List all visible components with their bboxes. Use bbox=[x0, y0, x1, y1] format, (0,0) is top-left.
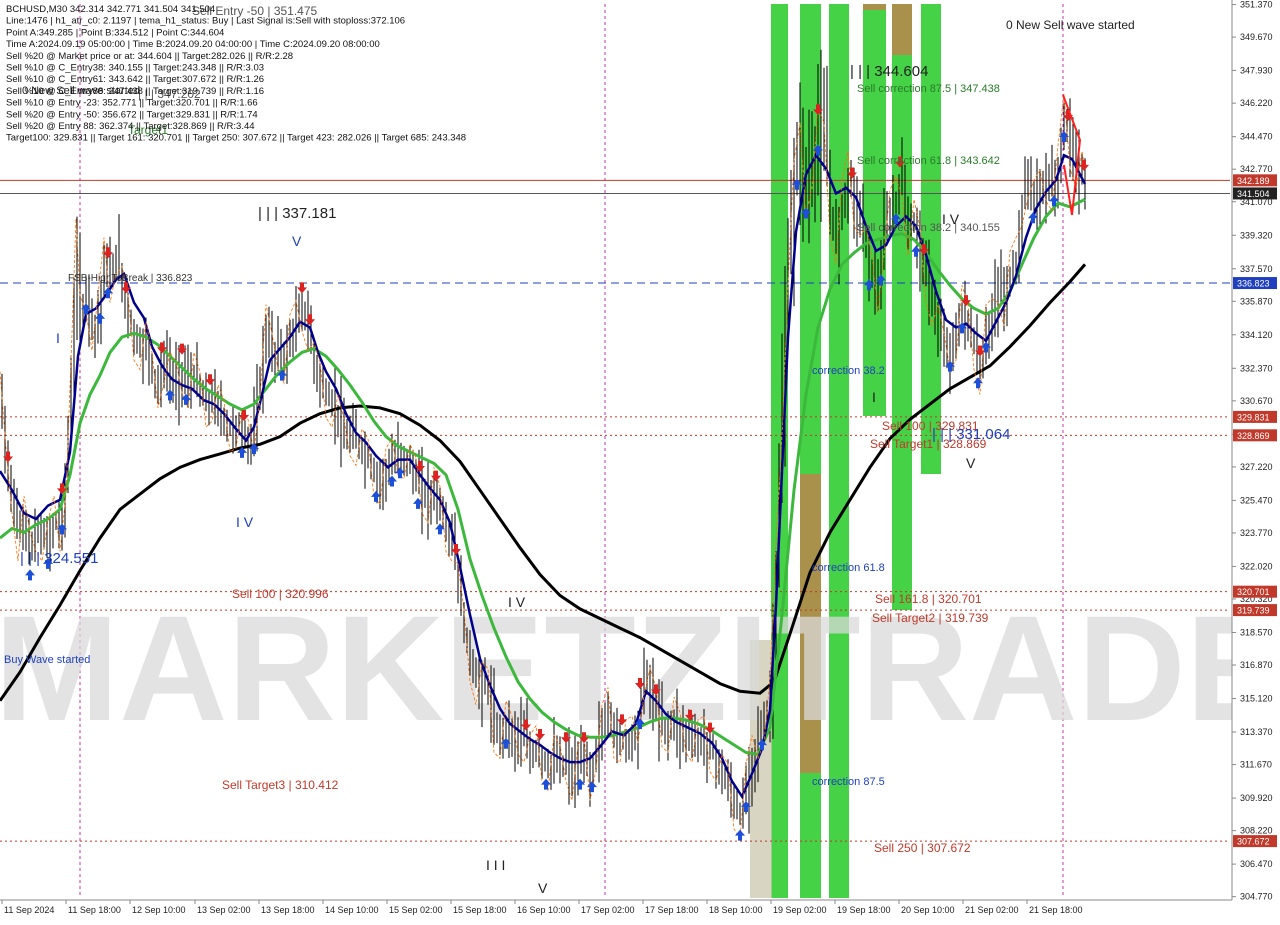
price-axis: 351.370 349.670 347.930 346.220 344.470 342.7… bbox=[1231, 0, 1280, 920]
y-tick-label: 306.470 bbox=[1240, 859, 1273, 869]
y-tick-label: 346.220 bbox=[1240, 98, 1273, 108]
chart-annotation: I bbox=[56, 330, 60, 346]
y-tick-label: 334.120 bbox=[1240, 330, 1273, 340]
price-badge-label: 319.739 bbox=[1237, 606, 1270, 616]
chart-window[interactable]: MARKETZITRADE | | | 344.604 Sell correcti… bbox=[0, 0, 1280, 920]
y-tick-label: 344.470 bbox=[1240, 132, 1273, 142]
chart-annotation: correction 87.5 bbox=[812, 776, 885, 788]
chart-annotation: I V bbox=[942, 211, 960, 227]
y-tick-label: 332.370 bbox=[1240, 363, 1273, 373]
info-line: Sell %10 @ C_Entry61: 343.642 || Target:… bbox=[6, 74, 264, 85]
y-tick-label: 318.570 bbox=[1240, 627, 1273, 637]
y-tick-label: 304.770 bbox=[1240, 892, 1273, 902]
info-line: Target100: 329.831 || Target 161: 320.70… bbox=[6, 133, 466, 144]
x-tick-label: 11 Sep 18:00 bbox=[68, 905, 121, 915]
chart-annotation: I V bbox=[508, 594, 526, 610]
info-line: BCHUSD,M30 342.314 342.771 341.504 341.5… bbox=[6, 4, 215, 15]
fib-zone bbox=[863, 4, 886, 10]
chart-annotation: Sell 161.8 | 320.701 bbox=[875, 592, 982, 606]
chart-annotation: V bbox=[538, 880, 548, 896]
chart-annotation: I I I bbox=[486, 857, 505, 873]
chart-annotation: I V bbox=[236, 514, 254, 530]
price-chart[interactable]: MARKETZITRADE | | | 344.604Sell correcti… bbox=[0, 0, 1280, 920]
x-tick-label: 20 Sep 10:00 bbox=[901, 905, 955, 915]
x-tick-label: 13 Sep 02:00 bbox=[197, 905, 251, 915]
info-line: Line:1476 | h1_atr_c0: 2.1197 | tema_h1_… bbox=[6, 16, 405, 27]
chart-annotation: Sell 250 | 307.672 bbox=[874, 841, 971, 855]
fib-zone bbox=[829, 4, 849, 898]
chart-annotation: Sell correction 38.2 | 340.155 bbox=[857, 222, 1000, 234]
y-tick-label: 335.870 bbox=[1240, 296, 1273, 306]
price-badge-label: 336.823 bbox=[1237, 279, 1270, 289]
x-tick-label: 17 Sep 18:00 bbox=[645, 905, 699, 915]
y-tick-label: 330.670 bbox=[1240, 396, 1273, 406]
y-tick-label: 342.770 bbox=[1240, 164, 1273, 174]
y-tick-label: 308.220 bbox=[1240, 826, 1273, 836]
info-line: Sell %20 @ Entry -50: 356.672 || Target:… bbox=[6, 109, 258, 120]
chart-annotation: | | | 337.181 bbox=[258, 205, 336, 222]
chart-annotation: FSB-HighToBreak | 336.823 bbox=[68, 273, 193, 284]
y-tick-label: 325.470 bbox=[1240, 495, 1273, 505]
info-line: Sell %20 @ Entry 88: 362.374 || Target:3… bbox=[6, 121, 255, 132]
chart-annotation: Sell Target2 | 319.739 bbox=[872, 611, 989, 625]
chart-annotation: | | | 344.604 bbox=[850, 63, 928, 80]
info-line: Sell %10 @ C_Entry88: 347.438 || Target:… bbox=[6, 86, 264, 97]
price-badge-label: 307.672 bbox=[1237, 837, 1270, 847]
chart-annotation: | | | 331.064 bbox=[932, 426, 1010, 443]
y-tick-label: 315.120 bbox=[1240, 694, 1273, 704]
chart-annotation: correction 61.8 bbox=[812, 562, 885, 574]
x-tick-label: 16 Sep 10:00 bbox=[517, 905, 571, 915]
price-badge-label: 320.701 bbox=[1237, 587, 1270, 597]
price-badge-label: 328.869 bbox=[1237, 431, 1270, 441]
x-tick-label: 19 Sep 18:00 bbox=[837, 905, 891, 915]
info-line: Sell %10 @ Entry -23: 352.771 || Target:… bbox=[6, 98, 258, 109]
x-tick-label: 15 Sep 02:00 bbox=[389, 905, 443, 915]
chart-annotation: V bbox=[966, 455, 976, 471]
y-tick-label: 351.370 bbox=[1240, 0, 1273, 10]
y-tick-label: 337.570 bbox=[1240, 264, 1273, 274]
y-tick-label: 309.920 bbox=[1240, 793, 1273, 803]
info-line: Sell %20 @ Market price or at: 344.604 |… bbox=[6, 51, 293, 62]
chart-annotation: | | | 324.551 bbox=[20, 550, 98, 567]
chart-annotation: 0 New Sell wave started bbox=[1006, 18, 1135, 32]
chart-annotation: V bbox=[292, 233, 302, 249]
chart-annotation: Sell Target3 | 310.412 bbox=[222, 778, 339, 792]
price-badge-label: 342.189 bbox=[1237, 176, 1270, 186]
chart-annotation: Sell 100 | 320.996 bbox=[232, 587, 329, 601]
x-tick-label: 21 Sep 18:00 bbox=[1029, 905, 1083, 915]
x-tick-label: 18 Sep 10:00 bbox=[709, 905, 763, 915]
x-tick-label: 11 Sep 2024 bbox=[4, 905, 54, 915]
y-tick-label: 339.320 bbox=[1240, 230, 1273, 240]
x-tick-label: 19 Sep 02:00 bbox=[773, 905, 827, 915]
fib-zone bbox=[892, 4, 912, 55]
info-line: Point A:349.285 | Point B:334.512 | Poin… bbox=[6, 27, 224, 38]
y-tick-label: 316.870 bbox=[1240, 660, 1273, 670]
x-tick-label: 13 Sep 18:00 bbox=[261, 905, 315, 915]
price-badge-label: 329.831 bbox=[1237, 412, 1270, 422]
x-tick-label: 15 Sep 18:00 bbox=[453, 905, 507, 915]
y-tick-label: 313.370 bbox=[1240, 727, 1273, 737]
y-tick-label: 349.670 bbox=[1240, 32, 1273, 42]
x-tick-label: 14 Sep 10:00 bbox=[325, 905, 379, 915]
y-tick-label: 323.770 bbox=[1240, 528, 1273, 538]
y-tick-label: 311.670 bbox=[1240, 760, 1272, 770]
chart-annotation: I bbox=[872, 389, 876, 405]
chart-annotation: Sell correction 87.5 | 347.438 bbox=[857, 83, 1000, 95]
info-line: Time A:2024.09.19 05:00:00 | Time B:2024… bbox=[6, 39, 380, 50]
x-tick-label: 17 Sep 02:00 bbox=[581, 905, 635, 915]
x-tick-label: 12 Sep 10:00 bbox=[132, 905, 186, 915]
y-tick-label: 322.020 bbox=[1240, 561, 1273, 571]
x-tick-label: 21 Sep 02:00 bbox=[965, 905, 1019, 915]
info-line: Sell %10 @ C_Entry38: 340.155 || Target:… bbox=[6, 63, 264, 74]
chart-annotation: correction 38.2 bbox=[812, 365, 885, 377]
price-badge-label: 341.504 bbox=[1237, 189, 1270, 199]
y-tick-label: 327.220 bbox=[1240, 462, 1273, 472]
y-tick-label: 347.930 bbox=[1240, 65, 1273, 75]
chart-annotation: Sell correction 61.8 | 343.642 bbox=[857, 155, 1000, 167]
chart-annotation: Buy Wave started bbox=[4, 654, 90, 666]
